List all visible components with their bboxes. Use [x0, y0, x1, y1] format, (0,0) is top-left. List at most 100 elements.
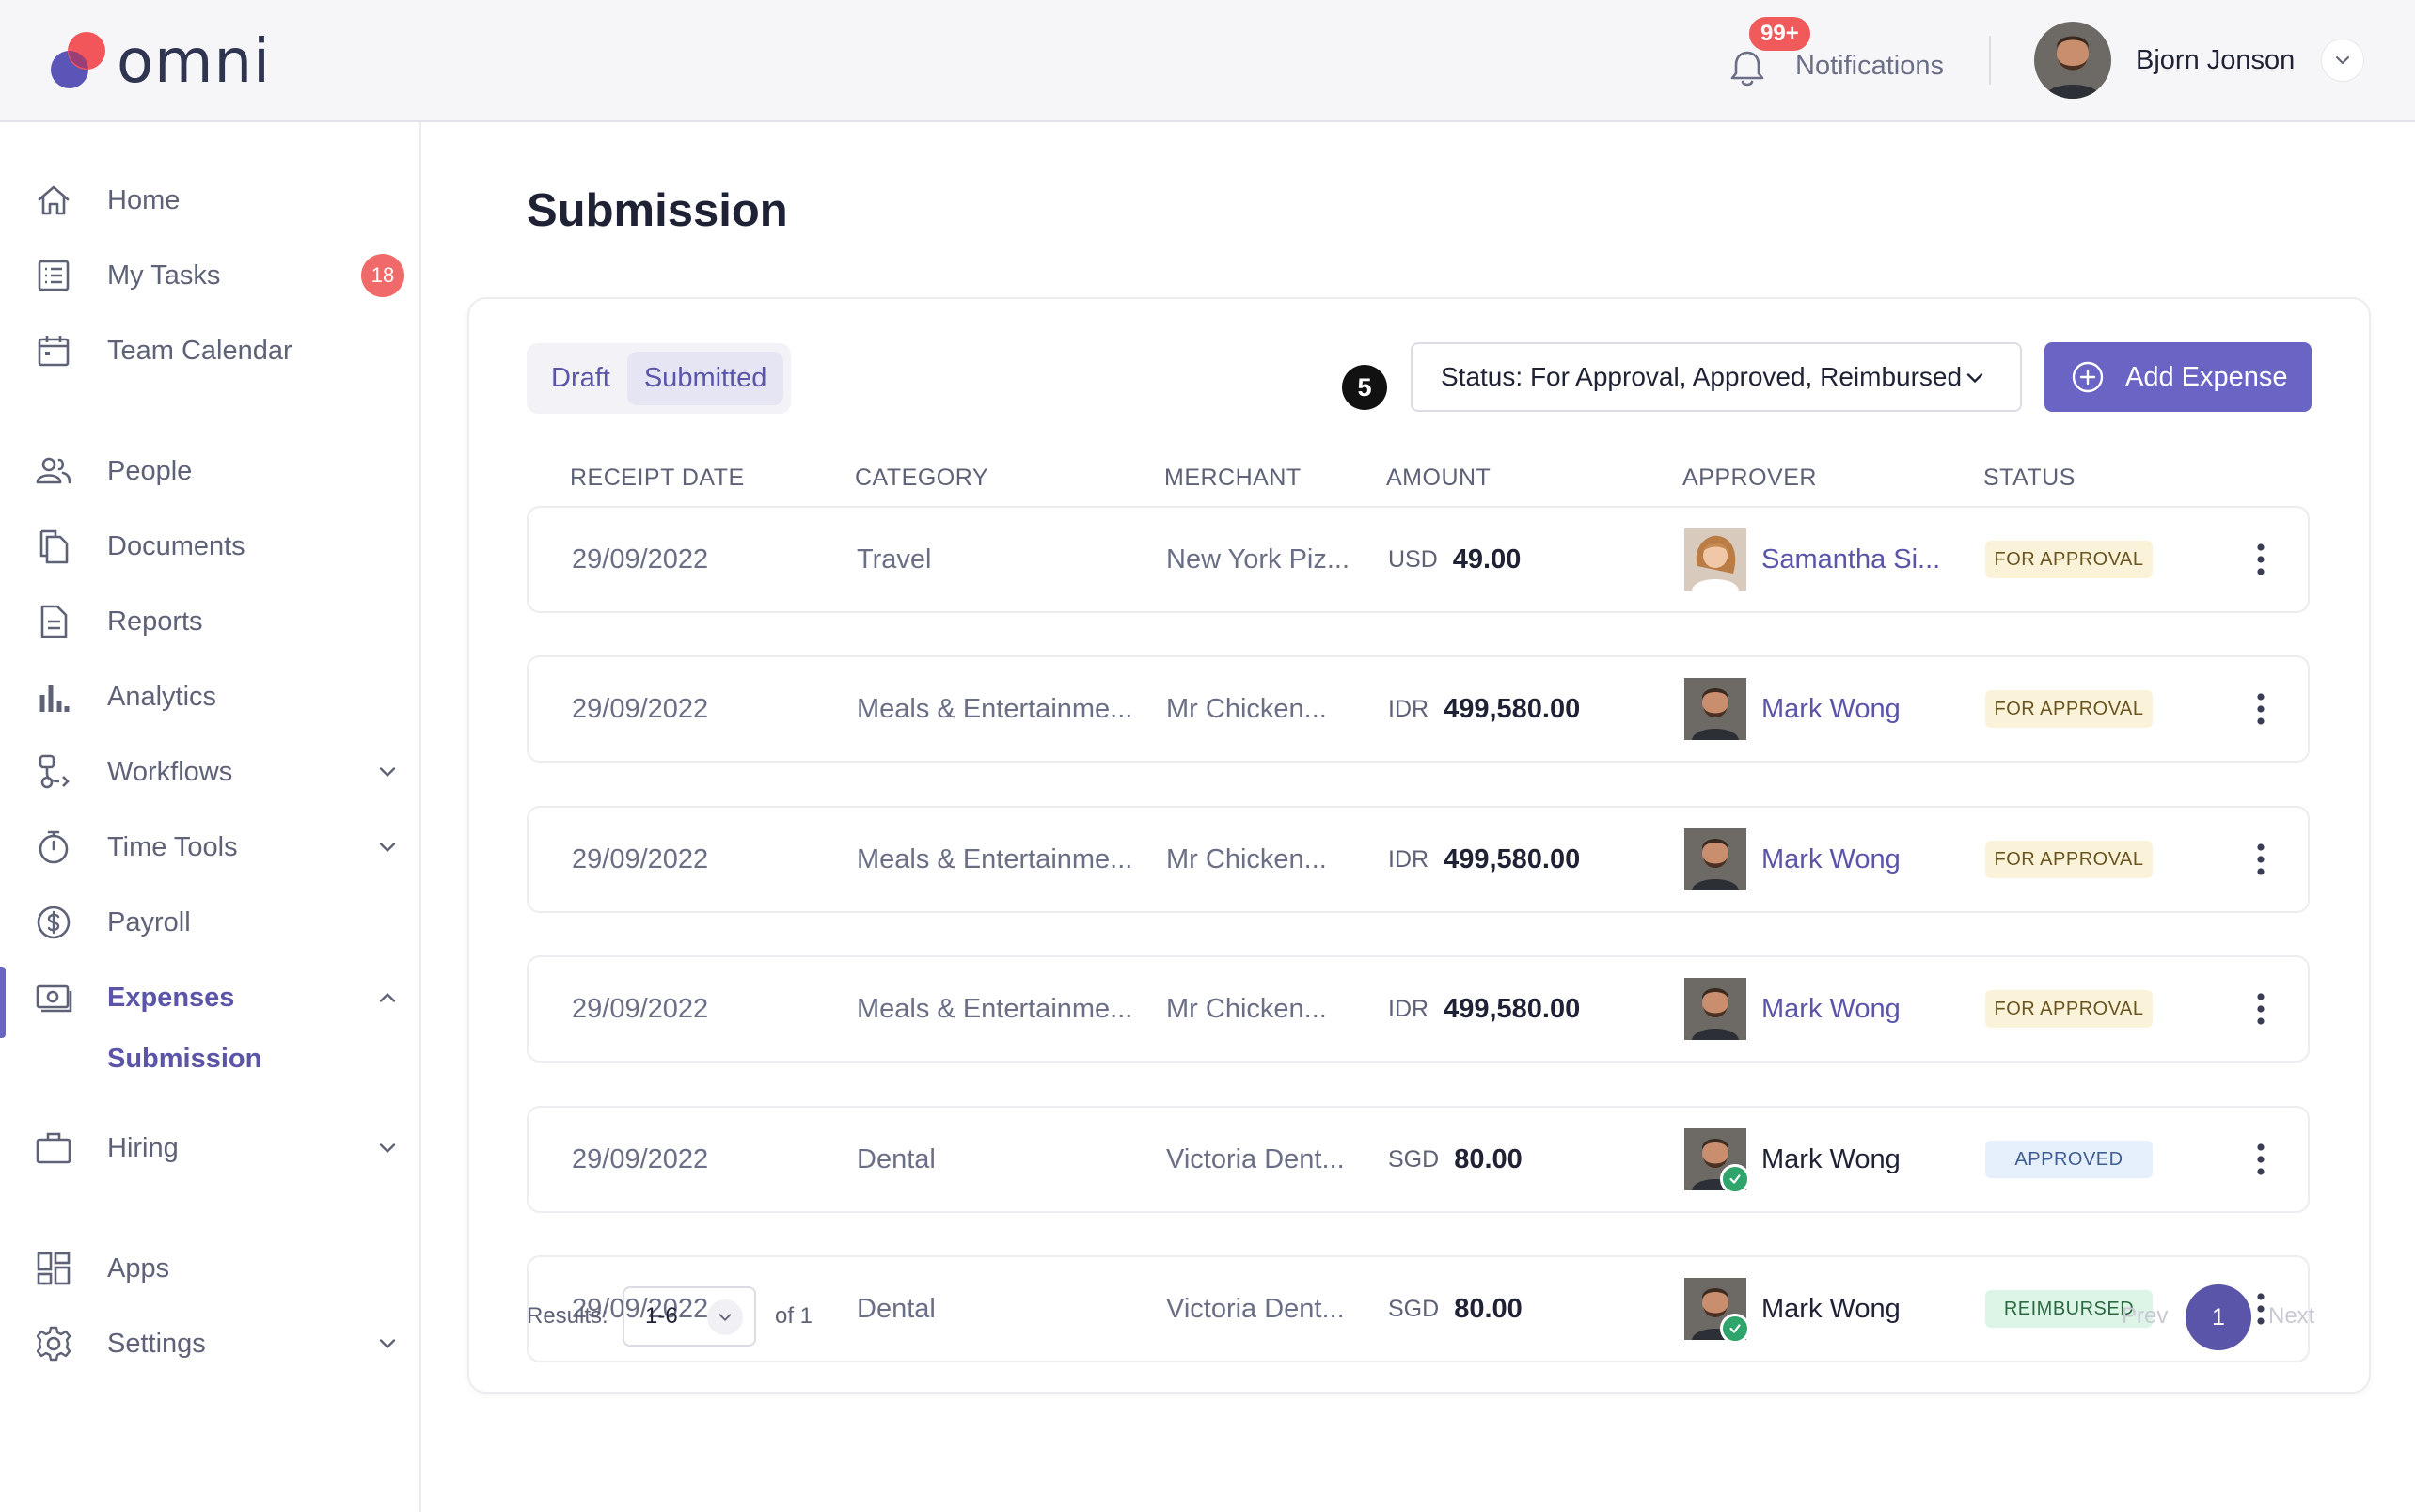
chevron-down-icon [1966, 373, 1983, 384]
kebab-menu-icon [2257, 843, 2265, 875]
sidebar-item-label: Documents [107, 530, 245, 561]
chevron-up-icon [379, 992, 396, 1002]
omni-logo-mark [51, 31, 105, 88]
merchant-cell: Mr Chicken... [1166, 993, 1327, 1024]
column-header-receipt-date[interactable]: RECEIPT DATE [570, 465, 745, 492]
documents-icon [32, 525, 75, 568]
table-row[interactable]: 29/09/2022 Meals & Entertainme... Mr Chi… [527, 955, 2310, 1063]
tasks-icon [32, 254, 75, 297]
sidebar-item-documents[interactable]: Documents [0, 513, 419, 579]
sidebar-item-payroll[interactable]: Payroll [0, 890, 419, 955]
dollar-icon [32, 901, 75, 944]
user-menu-chevron[interactable] [2321, 39, 2365, 82]
currency-code: SGD [1388, 1295, 1440, 1322]
table-row[interactable]: 29/09/2022 Meals & Entertainme... Mr Chi… [527, 806, 2310, 913]
table-row[interactable]: 29/09/2022 Dental Victoria Dent... SGD 8… [527, 1106, 2310, 1213]
approver-cell: Mark Wong [1684, 957, 1901, 1061]
sidebar-item-label: My Tasks [107, 260, 221, 291]
amount-value: 49.00 [1452, 543, 1522, 575]
tab-draft[interactable]: Draft [534, 352, 627, 405]
category-cell: Dental [857, 1143, 936, 1174]
status-cell: APPROVED [1985, 1108, 2153, 1211]
notifications-count-badge: 99+ [1745, 13, 1814, 55]
pagination-page-1[interactable]: 1 [2186, 1284, 2251, 1350]
sidebar-item-people[interactable]: People [0, 438, 419, 504]
pagination-next[interactable]: Next [2268, 1303, 2314, 1330]
status-filter-dropdown[interactable]: Status: For Approval, Approved, Reimburs… [1411, 342, 2022, 412]
column-header-amount[interactable]: AMOUNT [1386, 465, 1491, 492]
add-expense-button[interactable]: Add Expense [2044, 342, 2312, 412]
results-per-page-select[interactable]: 1-6 [623, 1286, 756, 1347]
amount-cell: SGD 80.00 [1388, 1257, 1523, 1361]
sidebar-item-label: Workflows [107, 756, 233, 787]
status-tabs: Draft Submitted [527, 343, 792, 414]
sidebar-item-workflows[interactable]: Workflows [0, 739, 419, 805]
user-name: Bjorn Jonson [2136, 44, 2296, 75]
currency-code: SGD [1388, 1145, 1440, 1173]
pagination-prev[interactable]: Prev [2122, 1303, 2168, 1330]
approver-cell: Mark Wong [1684, 808, 1901, 911]
sidebar-item-team-calendar[interactable]: Team Calendar [0, 318, 419, 384]
column-header-category[interactable]: CATEGORY [855, 465, 988, 492]
chevron-down-icon [379, 1143, 396, 1154]
sidebar-item-reports[interactable]: Reports [0, 589, 419, 654]
status-cell: FOR APPROVAL [1985, 657, 2153, 761]
amount-value: 499,580.00 [1444, 993, 1581, 1024]
tab-submitted[interactable]: Submitted [626, 352, 784, 405]
sidebar-item-expenses[interactable]: Expenses [0, 965, 419, 1038]
timer-icon [32, 826, 75, 869]
sidebar-item-settings[interactable]: Settings [0, 1311, 419, 1377]
amount-cell: IDR 499,580.00 [1388, 957, 1580, 1061]
category-cell: Meals & Entertainme... [857, 693, 1133, 724]
column-header-approver[interactable]: APPROVER [1682, 465, 1817, 492]
approver-name[interactable]: Mark Wong [1761, 994, 1901, 1025]
receipt-date-cell: 29/09/2022 [572, 543, 709, 575]
approver-name[interactable]: Mark Wong [1761, 844, 1901, 875]
approver-name[interactable]: Mark Wong [1761, 694, 1901, 725]
currency-code: IDR [1388, 695, 1429, 722]
category-cell: Travel [857, 543, 932, 575]
omni-logo[interactable]: omni [43, 26, 271, 97]
more-options-button[interactable] [2240, 988, 2281, 1030]
sidebar-subitem-submission[interactable]: Submission [107, 1044, 261, 1075]
sidebar-item-time-tools[interactable]: Time Tools [0, 814, 419, 880]
more-options-button[interactable] [2240, 688, 2281, 730]
status-cell: FOR APPROVAL [1985, 808, 2153, 911]
user-avatar [2034, 22, 2111, 99]
sidebar-item-home[interactable]: Home [0, 167, 419, 233]
merchant-cell: Victoria Dent... [1166, 1143, 1345, 1174]
column-header-merchant[interactable]: MERCHANT [1164, 465, 1302, 492]
column-header-status[interactable]: STATUS [1983, 465, 2076, 492]
sidebar-item-label: Payroll [107, 906, 191, 937]
workflows-icon [32, 750, 75, 794]
sidebar-item-hiring[interactable]: Hiring [0, 1115, 419, 1181]
sidebar-item-apps[interactable]: Apps [0, 1236, 419, 1301]
more-options-button[interactable] [2240, 1139, 2281, 1180]
sidebar-item-label: Expenses [107, 982, 235, 1013]
approver-name[interactable]: Samantha Si... [1761, 544, 1940, 575]
table-row[interactable]: 29/09/2022 Meals & Entertainme... Mr Chi… [527, 655, 2310, 763]
sidebar-item-label: Apps [107, 1252, 170, 1284]
amount-value: 80.00 [1454, 1293, 1523, 1324]
amount-cell: USD 49.00 [1388, 508, 1521, 611]
approver-avatar [1684, 678, 1746, 740]
results-total-label: of 1 [775, 1303, 813, 1329]
chevron-down-icon [707, 1299, 743, 1335]
plus-circle-icon [2072, 361, 2104, 393]
user-menu[interactable]: Bjorn Jonson [2034, 21, 2365, 100]
approver-name: Mark Wong [1761, 1293, 1901, 1324]
sidebar-item-label: Time Tools [107, 831, 238, 862]
sidebar-item-my-tasks[interactable]: My Tasks 18 [0, 243, 419, 308]
table-row[interactable]: 29/09/2022 Travel New York Piz... USD 49… [527, 506, 2310, 613]
receipt-date-cell: 29/09/2022 [572, 693, 709, 724]
check-icon [1720, 1164, 1750, 1194]
sidebar-item-analytics[interactable]: Analytics [0, 664, 419, 730]
status-cell: FOR APPROVAL [1985, 957, 2153, 1061]
page-title: Submission [527, 185, 788, 236]
people-icon [32, 449, 75, 493]
sidebar-nav: Home My Tasks 18 Team Calendar People Do… [0, 122, 421, 1512]
notifications-label: Notifications [1795, 50, 1944, 81]
more-options-button[interactable] [2240, 539, 2281, 580]
more-options-button[interactable] [2240, 839, 2281, 880]
merchant-cell: Mr Chicken... [1166, 693, 1327, 724]
